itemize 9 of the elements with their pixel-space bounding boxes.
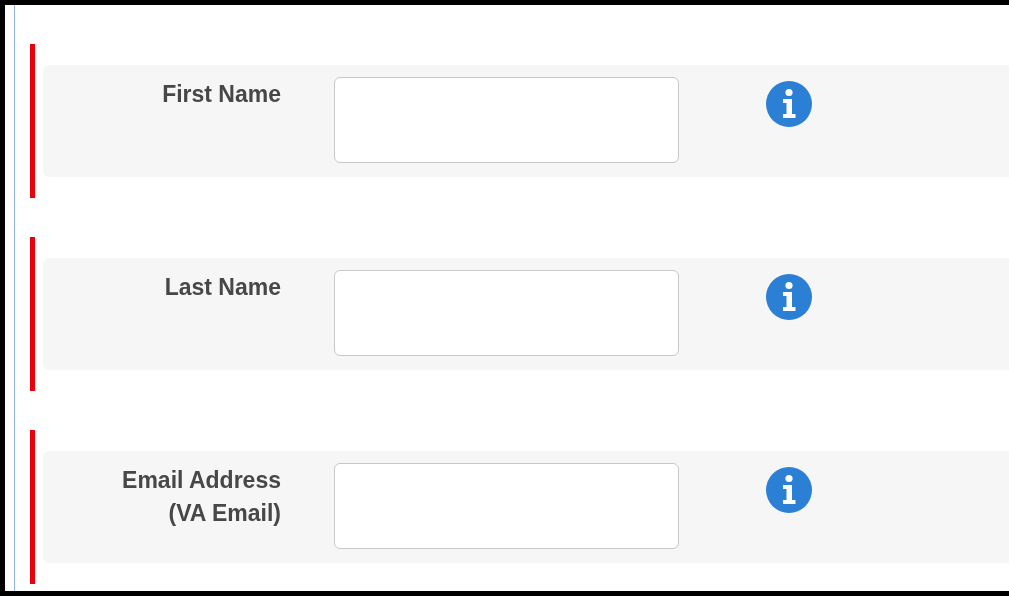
input-field[interactable] [334, 270, 679, 356]
info-icon[interactable] [766, 81, 812, 127]
field-label: First Name [161, 80, 281, 109]
field-label: Last Name [163, 273, 281, 302]
field-label: Email Address (VA Email) [121, 466, 281, 528]
input-field[interactable] [334, 77, 679, 163]
info-icon[interactable] [766, 274, 812, 320]
input-field[interactable] [334, 463, 679, 549]
info-icon[interactable] [766, 467, 812, 513]
